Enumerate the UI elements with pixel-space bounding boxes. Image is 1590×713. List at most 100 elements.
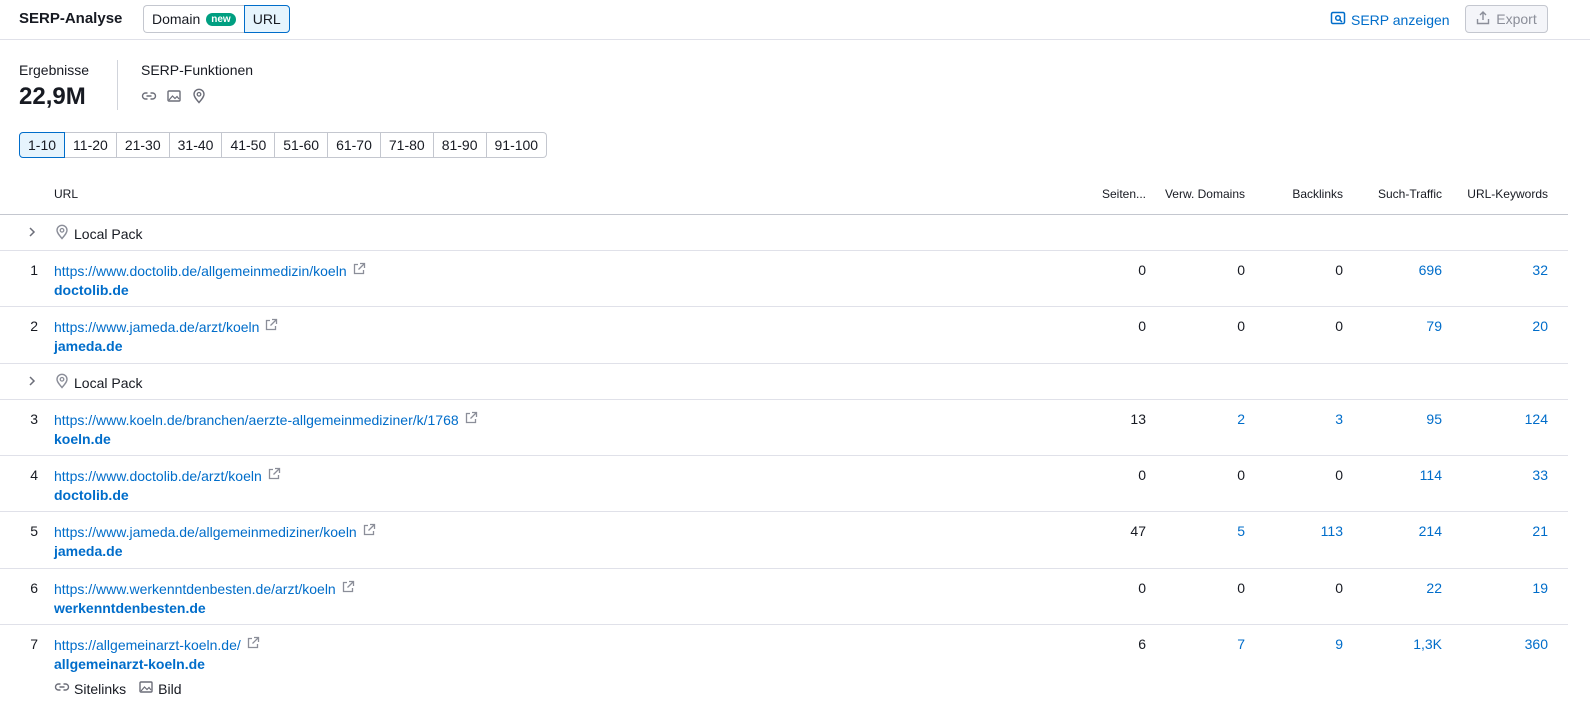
page-range-71-80[interactable]: 71-80 [380,132,434,158]
pages-value: 13 [1130,411,1146,427]
result-url-link[interactable]: https://www.doctolib.de/allgemeinmedizin… [54,263,347,279]
traffic-value[interactable]: 214 [1419,523,1442,539]
result-domain[interactable]: werkenntdenbesten.de [54,600,206,616]
result-url-link[interactable]: https://www.jameda.de/allgemeinmediziner… [54,524,357,540]
link-icon[interactable] [141,88,157,107]
pages-value: 47 [1130,523,1146,539]
keywords-value[interactable]: 21 [1532,523,1548,539]
column-header-backlinks[interactable]: Backlinks [1292,187,1343,201]
ref-domains-value: 0 [1237,580,1245,596]
feature-image: Bild [138,679,182,698]
backlinks-value[interactable]: 3 [1335,411,1343,427]
result-domain[interactable]: doctolib.de [54,487,129,503]
traffic-value[interactable]: 79 [1426,318,1442,334]
local-pack-row[interactable]: Local Pack [0,364,1568,400]
result-domain[interactable]: jameda.de [54,543,122,559]
traffic-value[interactable]: 114 [1420,467,1442,483]
location-pin-icon [54,373,70,392]
serp-anzeigen-label: SERP anzeigen [1351,11,1450,28]
ref-domains-value: 0 [1237,262,1245,278]
keywords-value[interactable]: 33 [1532,467,1548,483]
table-row: 5 https://www.jameda.de/allgemeinmedizin… [0,512,1568,569]
ref-domains-value: 0 [1237,467,1245,483]
backlinks-value: 0 [1335,262,1343,278]
result-domain[interactable]: koeln.de [54,431,111,447]
result-url-link[interactable]: https://www.doctolib.de/arzt/koeln [54,468,262,484]
pages-value: 0 [1138,467,1146,483]
table-row: 4 https://www.doctolib.de/arzt/koeln doc… [0,456,1568,512]
column-header-url[interactable]: URL [54,187,78,201]
keywords-value[interactable]: 19 [1532,580,1548,596]
external-link-icon[interactable] [267,467,281,484]
toggle-url-label: URL [252,11,281,27]
page-range-31-40[interactable]: 31-40 [169,132,223,158]
toggle-url[interactable]: URL [243,5,290,33]
keywords-value[interactable]: 124 [1525,411,1548,427]
local-pack-row[interactable]: Local Pack [0,215,1568,251]
external-link-icon[interactable] [264,318,278,335]
keywords-value[interactable]: 20 [1532,318,1548,334]
result-url: https://www.jameda.de/allgemeinmediziner… [54,523,376,540]
keywords-value[interactable]: 360 [1525,636,1548,652]
chevron-right-icon[interactable] [26,374,38,391]
result-url: https://www.werkenntdenbesten.de/arzt/ko… [54,580,355,597]
view-toggle: Domain new URL [143,5,290,33]
result-url-link[interactable]: https://allgemeinarzt-koeln.de/ [54,637,241,653]
traffic-value[interactable]: 22 [1426,580,1442,596]
chevron-right-icon[interactable] [26,225,38,242]
ref-domains-value[interactable]: 2 [1237,411,1245,427]
local-pack: Local Pack [54,224,142,243]
column-header-keywords[interactable]: URL-Keywords [1467,187,1548,201]
result-domain[interactable]: jameda.de [54,338,122,354]
result-url: https://www.jameda.de/arzt/koeln [54,318,278,335]
table-header: URL Seiten... Verw. Domains Backlinks Su… [0,176,1568,215]
pages-value: 0 [1138,580,1146,596]
table-row: 2 https://www.jameda.de/arzt/koeln jamed… [0,307,1568,364]
keywords-value[interactable]: 32 [1532,262,1548,278]
serp-anzeigen-button[interactable]: SERP anzeigen [1330,10,1450,29]
rank: 6 [30,580,38,596]
local-pack-label: Local Pack [74,225,143,242]
page-range-41-50[interactable]: 41-50 [222,132,276,158]
column-header-ref-domains[interactable]: Verw. Domains [1165,187,1245,201]
backlinks-value[interactable]: 113 [1321,523,1343,539]
rank: 5 [30,523,38,539]
external-link-icon[interactable] [464,411,478,428]
page-range-1-10[interactable]: 1-10 [19,132,66,158]
traffic-value[interactable]: 1,3K [1413,636,1442,652]
page-range-21-30[interactable]: 21-30 [116,132,170,158]
result-domain[interactable]: doctolib.de [54,282,129,298]
traffic-value[interactable]: 95 [1426,411,1442,427]
page-range-81-90[interactable]: 81-90 [433,132,487,158]
ref-domains-value[interactable]: 5 [1237,523,1245,539]
result-url-link[interactable]: https://www.jameda.de/arzt/koeln [54,319,259,335]
image-icon[interactable] [166,88,182,107]
serp-features-label: SERP-Funktionen [141,62,254,78]
page-range-61-70[interactable]: 61-70 [328,132,381,158]
toggle-domain-label: Domain [152,11,201,27]
toggle-domain[interactable]: Domain new [143,5,244,33]
local-pack: Local Pack [54,373,142,392]
result-url-link[interactable]: https://www.werkenntdenbesten.de/arzt/ko… [54,581,336,597]
serp-icon [1330,10,1346,29]
result-url-link[interactable]: https://www.koeln.de/branchen/aerzte-all… [54,412,459,428]
external-link-icon[interactable] [246,636,260,653]
feature-label: Sitelinks [74,680,127,697]
page-range-91-100[interactable]: 91-100 [486,132,548,158]
backlinks-value[interactable]: 9 [1335,636,1343,652]
backlinks-value: 0 [1335,580,1343,596]
page-range-51-60[interactable]: 51-60 [275,132,329,158]
external-link-icon[interactable] [362,523,376,540]
column-header-traffic[interactable]: Such-Traffic [1378,187,1442,201]
pages-value: 0 [1138,262,1146,278]
traffic-value[interactable]: 696 [1419,262,1442,278]
page-range-11-20[interactable]: 11-20 [65,132,117,158]
result-domain[interactable]: allgemeinarzt-koeln.de [54,656,205,672]
external-link-icon[interactable] [341,580,355,597]
export-button[interactable]: Export [1465,5,1548,33]
external-link-icon[interactable] [352,262,366,279]
location-pin-icon[interactable] [191,88,207,107]
column-header-pages[interactable]: Seiten... [1102,187,1146,201]
feature-sitelinks: Sitelinks [54,679,126,698]
ref-domains-value[interactable]: 7 [1237,636,1245,652]
